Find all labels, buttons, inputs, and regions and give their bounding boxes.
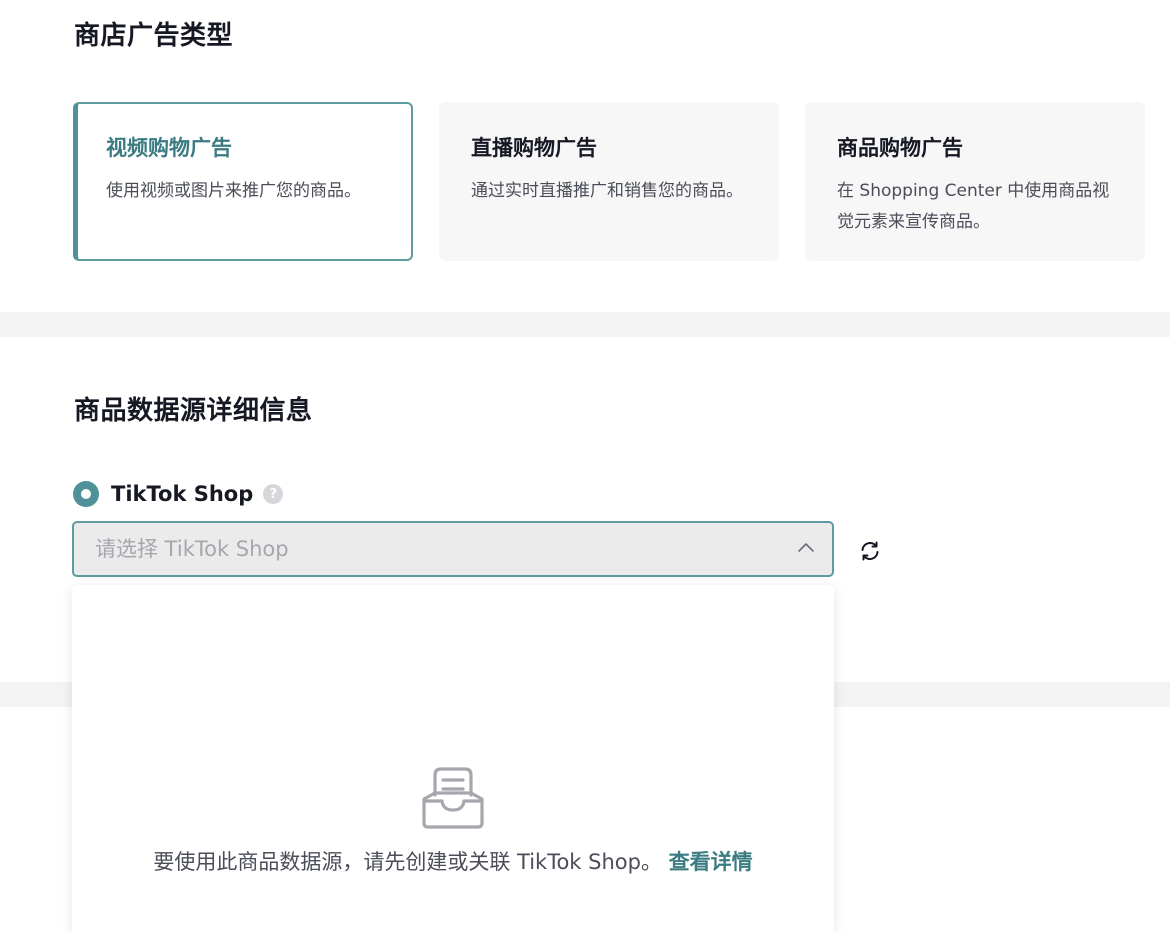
card-video-shopping-ad[interactable]: 视频购物广告 使用视频或图片来推广您的商品。 [73,102,413,261]
radio-dot [81,489,91,499]
card-product-shopping-ad[interactable]: 商品购物广告 在 Shopping Center 中使用商品视觉元素来宣传商品。 [805,102,1145,261]
data-source-title: 商品数据源详细信息 [74,396,313,426]
empty-message-text: 要使用此商品数据源，请先创建或关联 TikTok Shop。 [153,850,662,874]
question-circle-icon[interactable]: ? [263,484,284,504]
card-title: 商品购物广告 [837,136,963,160]
tiktok-shop-select[interactable]: 请选择 TikTok Shop [72,521,834,577]
tiktok-shop-radio-row[interactable]: TikTok Shop ? [73,480,284,508]
refresh-icon[interactable] [858,539,882,563]
select-dropdown-panel: 要使用此商品数据源，请先创建或关联 TikTok Shop。 查看详情 [72,585,834,932]
section-divider [0,312,1170,337]
card-title: 视频购物广告 [106,136,232,160]
card-description: 通过实时直播推广和销售您的商品。 [471,181,743,201]
tiktok-shop-radio[interactable] [73,481,99,507]
chevron-up-icon [798,543,814,552]
empty-state-message: 要使用此商品数据源，请先创建或关联 TikTok Shop。 查看详情 [142,844,764,880]
card-description: 使用视频或图片来推广您的商品。 [106,181,361,201]
card-live-shopping-ad[interactable]: 直播购物广告 通过实时直播推广和销售您的商品。 [439,102,779,261]
inbox-icon [422,767,484,829]
select-placeholder: 请选择 TikTok Shop [95,537,289,561]
ad-type-title: 商店广告类型 [74,21,234,51]
card-description: 在 Shopping Center 中使用商品视觉元素来宣传商品。 [837,181,1110,232]
view-details-link[interactable]: 查看详情 [669,850,753,874]
radio-label: TikTok Shop [111,482,254,506]
card-title: 直播购物广告 [471,136,597,160]
